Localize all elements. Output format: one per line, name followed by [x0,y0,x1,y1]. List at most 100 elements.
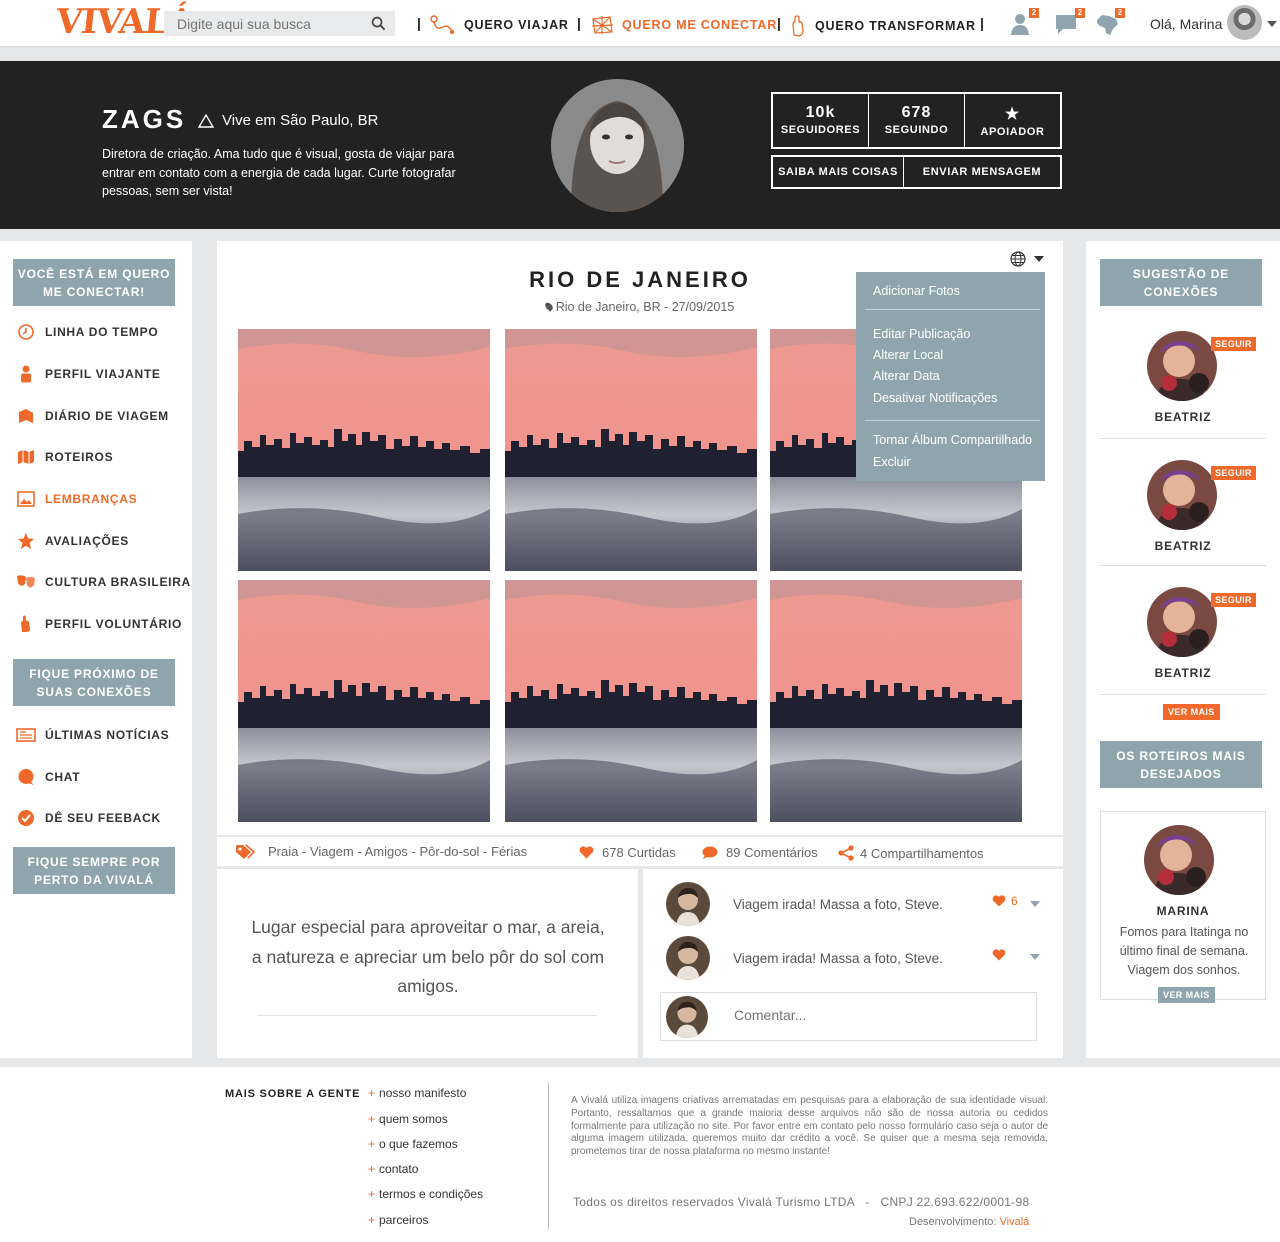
menu-item-change-date[interactable]: Alterar Data [873,369,940,383]
footer-link[interactable]: + o que fazemos [368,1137,458,1151]
chevron-down-icon[interactable] [1030,901,1040,907]
nav-label: QUERO VIAJAR [464,18,569,32]
profile-stats: 10k SEGUIDORES 678 SEGUINDO ★ APOIADOR [771,92,1062,149]
comment-box [660,992,1037,1041]
suggestion-name[interactable]: BEATRIZ [1100,666,1266,680]
nav-separator: | [417,15,421,31]
supporter-stat[interactable]: ★ APOIADOR [965,94,1060,147]
see-more-itineraries-button[interactable]: VER MAIS [1158,987,1215,1003]
profile-banner: ZAGS Vive em São Paulo, BR Diretora de c… [0,61,1280,229]
footer-dev-link[interactable]: Vivalá [1000,1216,1030,1228]
album-photo[interactable] [238,329,490,571]
globe-icon[interactable] [1010,251,1026,267]
menu-item-delete[interactable]: Excluir [873,455,911,469]
footer-link-label: o que fazemos [379,1137,458,1151]
follow-button[interactable]: SEGUIR [1211,466,1256,480]
user-avatar[interactable] [1227,5,1262,40]
see-more-suggestions-button[interactable]: VER MAIS [1163,704,1220,720]
nav-label: QUERO ME CONECTAR [622,18,778,32]
footer-link[interactable]: + parceiros [368,1213,428,1227]
footer-link[interactable]: + termos e condições [368,1187,483,1201]
sidebar-item-perfil-viajante[interactable]: PERFIL VIAJANTE [16,364,161,384]
nav-quero-viajar[interactable]: QUERO VIAJAR [430,15,569,35]
sidebar-item-label: ROTEIROS [45,450,114,464]
footer-divider [548,1083,549,1229]
sidebar-item-roteiros[interactable]: ROTEIROS [16,447,113,467]
search-icon[interactable] [371,16,386,31]
album-photo[interactable] [238,580,490,822]
sidebar-item-feedback[interactable]: DÊ SEU FEEBACK [16,808,161,828]
suggestion-card: SEGUIR BEATRIZ [1100,331,1266,459]
map-notification[interactable]: 2 [1094,8,1125,36]
itinerary-card[interactable]: MARINA Fomos para Itatinga no último fin… [1100,811,1266,1000]
chevron-down-icon[interactable] [1267,21,1277,27]
comment-like-count: 6 [1011,894,1018,908]
shares-button[interactable]: 4 Compartilhamentos [838,845,984,861]
friends-notification[interactable]: 2 [1008,8,1039,36]
nav-quero-transformar[interactable]: QUERO TRANSFORMAR [789,15,976,37]
sidebar-item-ultimas-noticias[interactable]: ÚLTIMAS NOTÍCIAS [16,725,169,745]
comments-panel: Viagem irada! Massa a foto, Steve. 6 Via… [643,869,1063,1058]
suggestion-avatar[interactable] [1147,587,1217,657]
suggestion-avatar[interactable] [1147,460,1217,530]
album-photo[interactable] [770,580,1022,822]
send-message-button[interactable]: ENVIAR MENSAGEM [904,157,1060,187]
profile-name: ZAGS [102,104,187,134]
sidebar-item-cultura-brasileira[interactable]: CULTURA BRASILEIRA [16,572,191,592]
sidebar-item-label: DÊ SEU FEEBACK [45,811,161,825]
sidebar-item-linha-do-tempo[interactable]: LINHA DO TEMPO [16,322,158,342]
menu-item-disable-notifications[interactable]: Desativar Notificações [873,391,997,405]
user-greeting: Olá, Marina [1150,16,1223,32]
menu-item-change-location[interactable]: Alterar Local [873,348,943,362]
itinerary-avatar [1144,825,1214,895]
post-location-text: Rio de Janeiro, BR - 27/09/2015 [555,300,735,314]
sidebar-item-label: PERFIL VIAJANTE [45,367,161,381]
divider [1100,694,1266,695]
sidebar-item-avaliacoes[interactable]: AVALIAÇÕES [16,531,129,551]
sidebar-item-label: LEMBRANÇAS [45,492,138,506]
footer-link[interactable]: + quem somos [368,1112,448,1126]
network-icon [591,16,614,34]
footer-link[interactable]: + contato [368,1162,418,1176]
nav-quero-me-conectar[interactable]: QUERO ME CONECTAR [590,15,777,35]
heart-icon[interactable] [992,949,1006,961]
heart-icon[interactable] [992,895,1006,907]
pin-icon [543,301,555,312]
footer-title: MAIS SOBRE A GENTE [225,1088,361,1100]
menu-divider [865,309,1040,310]
commenter-avatar[interactable] [666,936,710,980]
following-stat[interactable]: 678 SEGUINDO [869,94,965,147]
map-icon [16,447,36,467]
comments-button[interactable]: 89 Comentários [702,845,818,860]
album-photo[interactable] [505,329,757,571]
footer-link[interactable]: + nosso manifesto [368,1086,466,1100]
learn-more-button[interactable]: SAIBA MAIS COISAS [773,157,904,187]
follow-button[interactable]: SEGUIR [1211,593,1256,607]
comment-input[interactable] [734,1007,1024,1023]
sidebar-item-diario-de-viagem[interactable]: DIÁRIO DE VIAGEM [16,406,169,426]
plus-icon: + [368,1086,376,1100]
menu-item-shared-album[interactable]: Tornar Álbum Compartilhado [873,433,1032,447]
chevron-down-icon[interactable] [1030,954,1040,960]
heart-icon [579,846,594,859]
sidebar-item-chat[interactable]: CHAT [16,767,80,787]
menu-item-add-photos[interactable]: Adicionar Fotos [873,284,960,298]
album-photo[interactable] [505,580,757,822]
sidebar-item-perfil-voluntario[interactable]: PERFIL VOLUNTÁRIO [16,614,182,634]
follow-button[interactable]: SEGUIR [1211,337,1256,351]
commenter-avatar[interactable] [666,882,710,926]
menu-item-edit-post[interactable]: Editar Publicação [873,327,970,341]
book-icon [16,406,36,426]
chevron-down-icon[interactable] [1034,256,1044,262]
itineraries-title: OS ROTEIROS MAIS DESEJADOS [1100,741,1262,788]
nav-label: QUERO TRANSFORMAR [815,19,976,33]
sidebar-item-lembrancas[interactable]: LEMBRANÇAS [16,489,137,509]
likes-button[interactable]: 678 Curtidas [579,845,676,860]
suggestion-name[interactable]: BEATRIZ [1100,410,1266,424]
suggestion-avatar[interactable] [1147,331,1217,401]
followers-stat[interactable]: 10k SEGUIDORES [773,94,869,147]
search-input[interactable] [164,11,359,36]
suggestion-name[interactable]: BEATRIZ [1100,539,1266,553]
messages-notification[interactable]: 2 [1054,8,1085,36]
newspaper-icon [16,725,36,745]
